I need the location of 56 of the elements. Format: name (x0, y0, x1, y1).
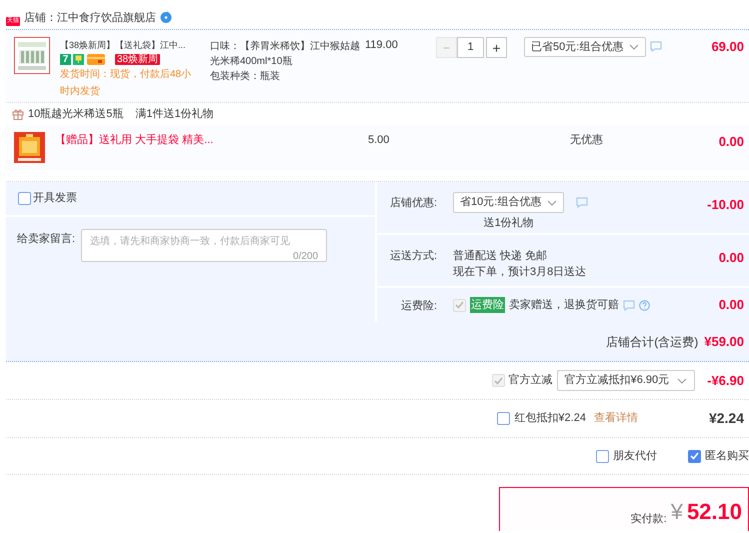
chat-icon (650, 41, 662, 52)
invoice-label: 开具发票 (33, 191, 77, 206)
shipping-note: 发货时间：现货，付款后48小时内发货 (60, 68, 192, 99)
coupon-label: 红包抵扣¥2.24 (514, 411, 586, 426)
chevron-down-icon (677, 378, 688, 384)
field-label: 店铺优惠: (388, 196, 437, 209)
store-total: ¥59.00 (704, 332, 744, 351)
delivery-text: 普通配送 快递 免邮 (453, 248, 548, 264)
chat-icon (623, 300, 635, 310)
product-title[interactable]: 【38焕新周】【送礼袋】江中... (60, 38, 186, 52)
unit-price: 119.00 (365, 38, 399, 51)
gift-title[interactable]: 【赠品】送礼用 大手提袋 精美... (55, 132, 368, 146)
gift-note: 送1份礼物 (484, 216, 534, 231)
checkbox[interactable] (596, 450, 609, 462)
quantity-field[interactable]: 1 (457, 37, 484, 58)
discount-text: 无优惠 (570, 132, 604, 146)
amount: 0.00 (718, 297, 744, 312)
amount: -¥6.90 (707, 372, 744, 390)
shop-name[interactable]: 店铺：江中食疗饮品旗舰店 (24, 10, 156, 26)
message-label: 给卖家留言: (17, 232, 76, 245)
item-total: 0.00 (718, 134, 744, 149)
chevron-down-icon (629, 44, 640, 50)
field-label: 运费险: (400, 299, 437, 312)
gift-icon (12, 108, 24, 120)
tag-badge: 7 (60, 54, 71, 64)
chevron-down-icon (547, 200, 558, 206)
promo-text: 满1件送1份礼物 (135, 106, 214, 122)
insurance-text: 卖家赠送，退换货可赔 (509, 298, 619, 313)
amount: 0.00 (718, 250, 744, 265)
payment-label: 实付款: (630, 512, 667, 527)
spec-text: 包装种类：瓶装 (210, 70, 281, 84)
discount-select[interactable]: 已省50元:组合优惠 (524, 37, 646, 57)
unit-price: 5.00 (368, 133, 390, 146)
spec-text: 口味：【养胃米稀饮】江中猴姑越光米稀400ml*10瓶 (210, 40, 361, 69)
promo-tag: 38焕新周 (115, 54, 160, 64)
checkbox[interactable] (18, 192, 31, 205)
option-label: 匿名购买 (705, 448, 749, 464)
discount-label: 官方立减 (508, 372, 553, 388)
payment-amount: 52.10 (686, 500, 742, 524)
delivery-text: 现在下单，预计3月8日送达 (453, 265, 586, 280)
store-total-label: 店铺合计(含运费) (606, 334, 698, 350)
amount: -10.00 (707, 197, 744, 212)
checkbox[interactable] (497, 412, 510, 425)
increment-button[interactable]: + (486, 37, 507, 58)
checkbox[interactable] (688, 450, 701, 462)
item-total: 69.00 (711, 39, 744, 54)
discount-select[interactable]: 省10元:组合优惠 (453, 192, 564, 213)
field-label: 运送方式: (388, 248, 437, 262)
currency-symbol: ¥ (670, 500, 683, 524)
amount: ¥2.24 (708, 409, 744, 428)
card-icon (87, 54, 105, 64)
insurance-tag: 运费险 (470, 296, 505, 314)
option-label: 朋友代付 (613, 448, 657, 464)
promo-text: 10瓶越光米稀送5瓶 (28, 106, 124, 122)
chat-icon (576, 197, 588, 208)
help-icon (639, 300, 650, 310)
